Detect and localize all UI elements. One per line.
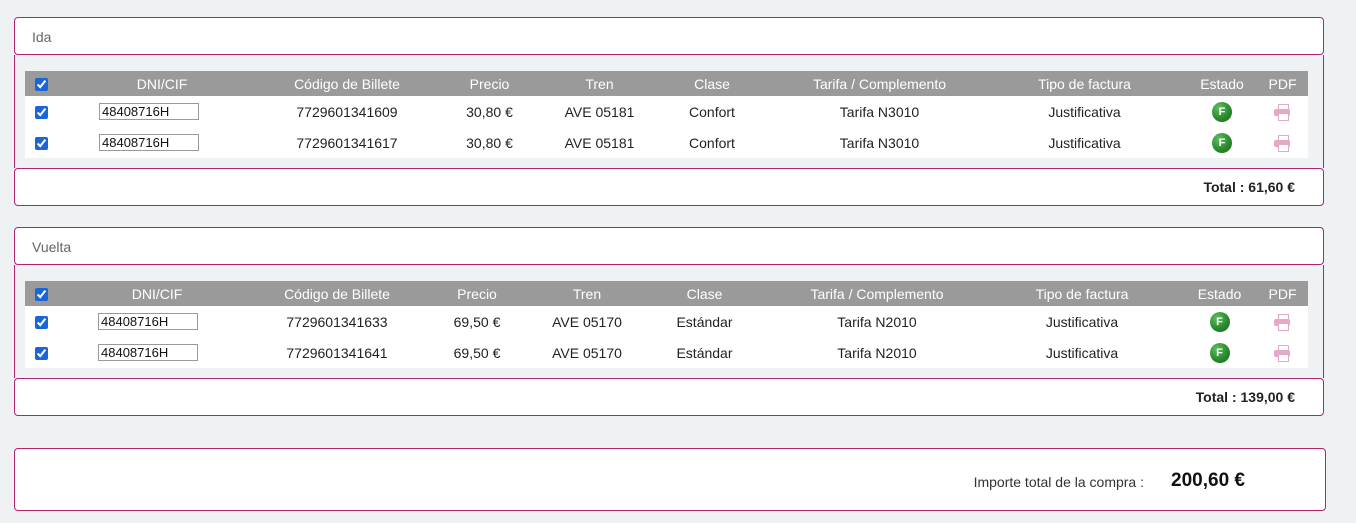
ticket-code: 7729601341617 [296, 134, 398, 151]
train: AVE 05181 [564, 134, 635, 151]
invoice-type: Justificativa [1048, 134, 1121, 151]
column-header: Clase [694, 75, 730, 92]
column-header: DNI/CIF [136, 75, 188, 92]
row-checkbox[interactable] [34, 347, 48, 361]
column-header: PDF [1268, 285, 1297, 302]
row-checkbox[interactable] [34, 137, 48, 151]
row-checkbox[interactable] [34, 106, 48, 120]
purchase-total-label: Importe total de la compra : [973, 474, 1144, 490]
column-header: Clase [686, 285, 723, 302]
invoice-type: Justificativa [1045, 344, 1119, 361]
price: 69,50 € [453, 344, 501, 361]
column-header: Estado [1200, 75, 1244, 92]
purchase-total-box: Importe total de la compra : 200,60 € [14, 448, 1326, 511]
table-header-row: DNI/CIF Código de Billete Precio Tren Cl… [25, 71, 1308, 96]
column-header: Tarifa / Complemento [812, 75, 947, 92]
dni-input[interactable] [99, 103, 199, 120]
column-header: Precio [457, 285, 497, 302]
ticket-code: 7729601341609 [296, 103, 398, 120]
table-row: 7729601341609 30,80 € AVE 05181 Confort … [25, 96, 1308, 127]
row-checkbox[interactable] [34, 316, 48, 330]
class: Estándar [676, 313, 733, 330]
printer-icon[interactable] [1273, 135, 1292, 153]
printer-icon[interactable] [1273, 314, 1292, 332]
section-total: Total : 139,00 € [1195, 389, 1295, 405]
column-header: Tren [585, 75, 614, 92]
select-all-checkbox[interactable] [34, 78, 48, 92]
train: AVE 05170 [552, 313, 622, 330]
vuelta-table: DNI/CIF Código de Billete Precio Tren Cl… [25, 281, 1308, 368]
vuelta-total-box: Total : 139,00 € [14, 378, 1324, 416]
vuelta-section-header: Vuelta [14, 227, 1324, 265]
status-f-icon: F [1212, 101, 1232, 122]
price: 30,80 € [466, 134, 513, 151]
train: AVE 05170 [552, 344, 622, 361]
table-header-row: DNI/CIF Código de Billete Precio Tren Cl… [25, 281, 1308, 306]
dni-input[interactable] [98, 313, 198, 330]
column-header: DNI/CIF [131, 285, 183, 302]
fare: Tarifa N2010 [837, 313, 917, 330]
table-row: 7729601341633 69,50 € AVE 05170 Estándar… [25, 306, 1308, 337]
purchase-total-value: 200,60 € [1171, 470, 1245, 491]
invoice-type: Justificativa [1048, 103, 1121, 120]
class: Estándar [676, 344, 733, 361]
ticket-code: 7729601341641 [286, 344, 388, 361]
column-header: Tarifa / Complemento [810, 285, 944, 302]
column-header: Tipo de factura [1035, 285, 1129, 302]
status-f-icon: F [1212, 132, 1232, 153]
price: 30,80 € [466, 103, 513, 120]
fare: Tarifa N3010 [839, 134, 920, 151]
dni-input[interactable] [99, 134, 199, 151]
column-header: Estado [1197, 285, 1242, 302]
ida-table: DNI/CIF Código de Billete Precio Tren Cl… [25, 71, 1308, 158]
section-total: Total : 61,60 € [1203, 179, 1295, 195]
section-title: Ida [32, 29, 52, 45]
column-header: Código de Billete [284, 285, 390, 302]
train: AVE 05181 [564, 103, 635, 120]
column-header: Tren [572, 285, 602, 302]
invoice-type: Justificativa [1045, 313, 1119, 330]
class: Confort [689, 134, 735, 151]
ida-section-header: Ida [14, 17, 1324, 55]
select-all-checkbox[interactable] [34, 288, 48, 302]
printer-icon[interactable] [1273, 104, 1292, 122]
table-row: 7729601341641 69,50 € AVE 05170 Estándar… [25, 337, 1308, 368]
table-row: 7729601341617 30,80 € AVE 05181 Confort … [25, 127, 1308, 158]
fare: Tarifa N2010 [837, 344, 917, 361]
price: 69,50 € [453, 313, 501, 330]
ida-total-box: Total : 61,60 € [14, 168, 1324, 206]
fare: Tarifa N3010 [839, 103, 920, 120]
select-all-cell[interactable] [25, 71, 57, 96]
column-header: Código de Billete [294, 75, 400, 92]
select-all-cell[interactable] [25, 281, 57, 306]
class: Confort [689, 103, 735, 120]
status-f-icon: F [1209, 311, 1230, 332]
ticket-code: 7729601341633 [286, 313, 388, 330]
status-f-icon: F [1209, 342, 1230, 363]
dni-input[interactable] [98, 344, 198, 361]
printer-icon[interactable] [1273, 345, 1292, 363]
section-title: Vuelta [32, 239, 72, 255]
column-header: PDF [1268, 75, 1297, 92]
column-header: Precio [469, 75, 510, 92]
column-header: Tipo de factura [1038, 75, 1131, 92]
